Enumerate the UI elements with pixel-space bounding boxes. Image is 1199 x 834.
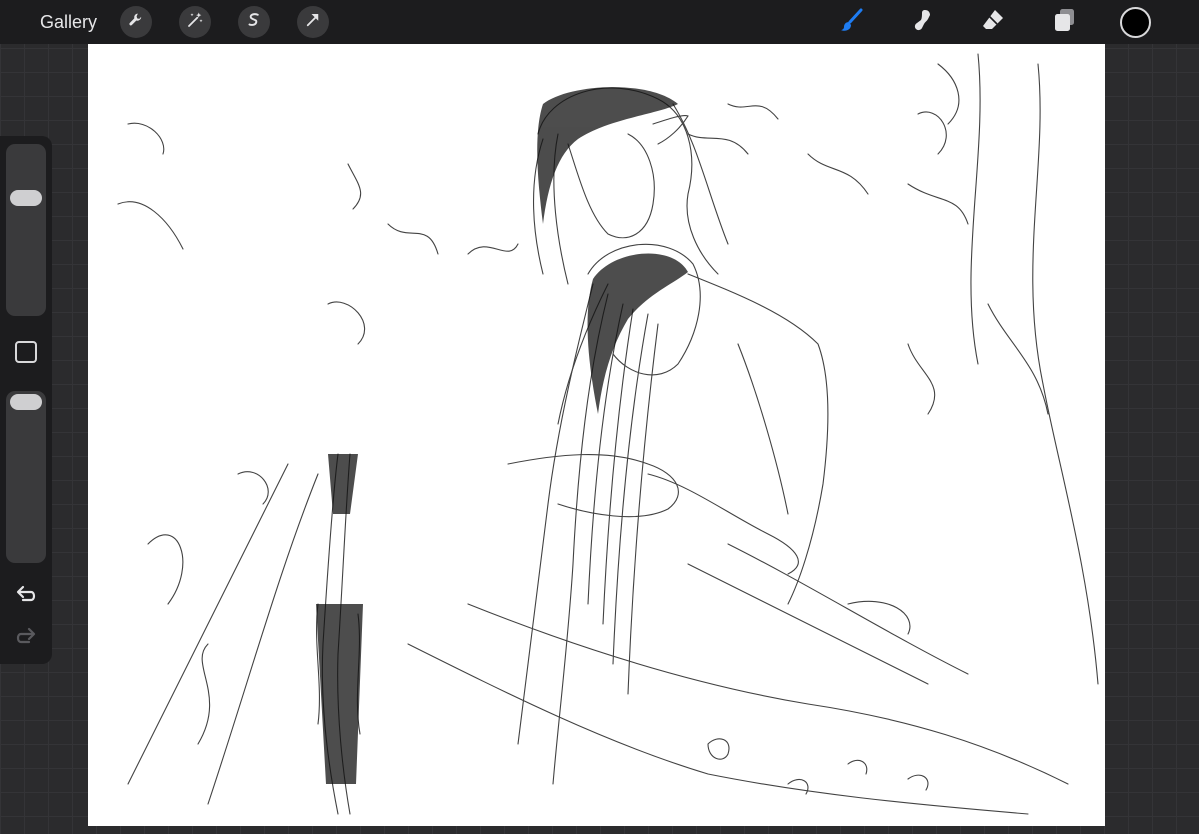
wrench-icon (127, 11, 145, 34)
transform-arrow-icon (304, 11, 322, 34)
layers-icon (1051, 7, 1077, 38)
redo-icon (14, 626, 38, 651)
sketch-artwork (117, 53, 1099, 815)
actions-button[interactable] (120, 6, 152, 38)
opacity-slider-thumb[interactable] (10, 394, 42, 410)
brush-size-slider[interactable] (6, 144, 46, 316)
color-picker-button[interactable] (1120, 7, 1151, 38)
undo-button[interactable] (12, 584, 40, 608)
top-toolbar: Gallery (0, 0, 1199, 44)
drawing-canvas[interactable] (88, 44, 1105, 826)
smudge-tool-button[interactable] (906, 6, 938, 38)
adjustments-button[interactable] (179, 6, 211, 38)
transform-button[interactable] (297, 6, 329, 38)
left-sidebar (0, 136, 52, 664)
brush-tool-button[interactable] (836, 6, 868, 38)
brush-icon (839, 7, 865, 38)
smudge-icon (909, 7, 935, 38)
redo-button[interactable] (12, 626, 40, 650)
undo-icon (14, 584, 38, 609)
layers-button[interactable] (1048, 6, 1080, 38)
eraser-tool-button[interactable] (977, 6, 1009, 38)
selection-s-icon (245, 11, 263, 34)
modify-button[interactable] (15, 341, 37, 363)
eraser-icon (980, 7, 1006, 38)
procreate-app: Gallery (0, 0, 1199, 834)
brush-size-slider-thumb[interactable] (10, 190, 42, 206)
magic-wand-icon (186, 11, 204, 34)
opacity-slider[interactable] (6, 391, 46, 563)
gallery-button[interactable]: Gallery (40, 10, 97, 34)
selection-button[interactable] (238, 6, 270, 38)
